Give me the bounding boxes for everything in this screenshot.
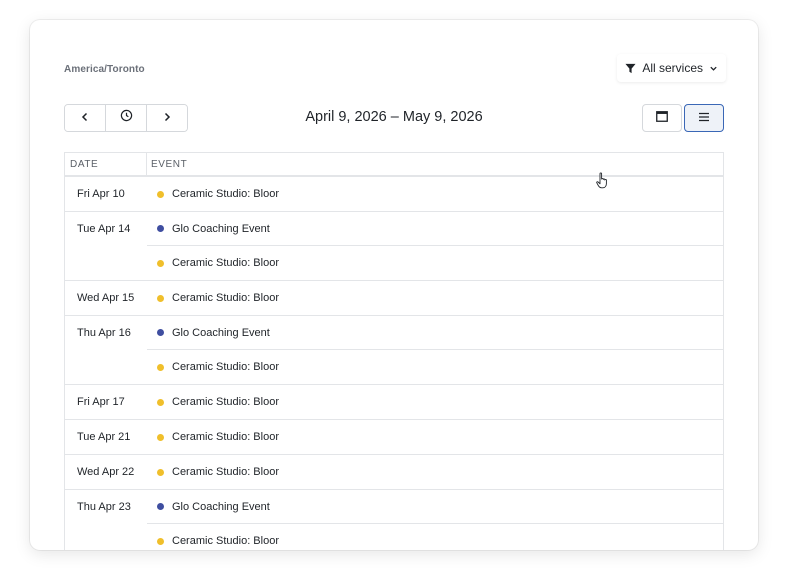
event-cell: Ceramic Studio: Bloor: [147, 350, 723, 384]
event-color-dot: [157, 259, 164, 267]
event-color-dot: [157, 468, 164, 476]
event-title: Glo Coaching Event: [172, 500, 270, 513]
list-icon: [698, 109, 710, 127]
event-item[interactable]: Ceramic Studio: Bloor: [147, 466, 279, 478]
events-table: DATE EVENT Fri Apr 10 Ceramic Studio: Blo…: [64, 152, 724, 550]
event-cell: Ceramic Studio: Bloor: [147, 455, 723, 489]
table-row: Wed Apr 22 Ceramic Studio: Bloor: [65, 455, 723, 490]
event-title: Ceramic Studio: Bloor: [172, 466, 279, 478]
event-cell: Ceramic Studio: Bloor: [147, 524, 723, 550]
event-item[interactable]: Glo Coaching Event: [147, 501, 270, 513]
event-date: Fri Apr 10: [77, 188, 125, 200]
event-date: Fri Apr 17: [77, 396, 125, 408]
event-cell: Ceramic Studio: Bloor: [147, 385, 723, 419]
event-item[interactable]: Glo Coaching Event: [147, 223, 270, 235]
event-item[interactable]: Glo Coaching Event: [147, 327, 270, 339]
event-item[interactable]: Ceramic Studio: Bloor: [147, 188, 279, 200]
filter-icon: [625, 63, 636, 74]
event-cell: Ceramic Studio: Bloor: [147, 177, 723, 211]
event-item[interactable]: Ceramic Studio: Bloor: [147, 361, 279, 373]
event-cell: Glo Coaching Event: [147, 490, 723, 524]
table-row: Fri Apr 17 Ceramic Studio: Bloor: [65, 385, 723, 420]
table-row: Ceramic Studio: Bloor: [65, 246, 723, 281]
event-color-dot: [157, 537, 164, 545]
event-title: Ceramic Studio: Bloor: [172, 431, 279, 443]
event-cell: Ceramic Studio: Bloor: [147, 281, 723, 315]
table-row: Ceramic Studio: Bloor: [65, 350, 723, 385]
calendar-icon: [656, 109, 668, 127]
event-color-dot: [157, 363, 164, 371]
event-date: Tue Apr 14: [77, 223, 131, 235]
view-switcher: [642, 104, 724, 132]
event-color-dot: [157, 329, 164, 336]
event-cell: Glo Coaching Event: [147, 212, 723, 246]
table-row: Fri Apr 10 Ceramic Studio: Bloor: [65, 177, 723, 212]
event-color-dot: [157, 398, 164, 406]
table-row: Thu Apr 16 Glo Coaching Event: [65, 316, 723, 350]
event-color-dot: [157, 433, 164, 441]
table-header: DATE EVENT: [65, 153, 723, 177]
event-title: Ceramic Studio: Bloor: [172, 535, 279, 547]
event-date: Thu Apr 16: [77, 327, 131, 339]
event-cell: Ceramic Studio: Bloor: [147, 420, 723, 454]
event-item[interactable]: Ceramic Studio: Bloor: [147, 431, 279, 443]
event-cell: Ceramic Studio: Bloor: [147, 246, 723, 280]
event-item[interactable]: Ceramic Studio: Bloor: [147, 257, 279, 269]
event-column-header: EVENT: [151, 158, 188, 170]
table-row: Tue Apr 21 Ceramic Studio: Bloor: [65, 420, 723, 455]
timezone-label: America/Toronto: [64, 64, 145, 75]
event-date: Tue Apr 21: [77, 431, 131, 443]
event-title: Ceramic Studio: Bloor: [172, 188, 279, 200]
event-title: Ceramic Studio: Bloor: [172, 361, 279, 373]
date-column-header: DATE: [65, 153, 147, 175]
event-title: Glo Coaching Event: [172, 222, 270, 235]
event-title: Ceramic Studio: Bloor: [172, 257, 279, 269]
table-row: Tue Apr 14 Glo Coaching Event: [65, 212, 723, 246]
services-filter-dropdown[interactable]: All services: [617, 54, 726, 82]
chevron-down-icon: [709, 64, 718, 73]
table-row: Thu Apr 23 Glo Coaching Event: [65, 490, 723, 524]
event-date: Thu Apr 23: [77, 501, 131, 513]
hand-cursor-icon: [596, 172, 610, 194]
list-view-button[interactable]: [684, 104, 724, 132]
event-date: Wed Apr 22: [77, 466, 135, 478]
table-body: Fri Apr 10 Ceramic Studio: Bloor Tue Apr 1…: [65, 177, 723, 550]
event-title: Glo Coaching Event: [172, 326, 270, 339]
event-item[interactable]: Ceramic Studio: Bloor: [147, 292, 279, 304]
event-date: Wed Apr 15: [77, 292, 135, 304]
event-cell: Glo Coaching Event: [147, 316, 723, 350]
event-title: Ceramic Studio: Bloor: [172, 292, 279, 304]
event-title: Ceramic Studio: Bloor: [172, 396, 279, 408]
event-color-dot: [157, 225, 164, 232]
event-color-dot: [157, 190, 164, 198]
event-item[interactable]: Ceramic Studio: Bloor: [147, 535, 279, 547]
calendar-widget: America/Toronto All services April 9, 20…: [30, 20, 758, 550]
event-item[interactable]: Ceramic Studio: Bloor: [147, 396, 279, 408]
filter-label: All services: [642, 61, 703, 75]
table-row: Ceramic Studio: Bloor: [65, 524, 723, 550]
event-color-dot: [157, 503, 164, 510]
event-color-dot: [157, 294, 164, 302]
table-row: Wed Apr 15 Ceramic Studio: Bloor: [65, 281, 723, 316]
calendar-view-button[interactable]: [642, 104, 682, 132]
